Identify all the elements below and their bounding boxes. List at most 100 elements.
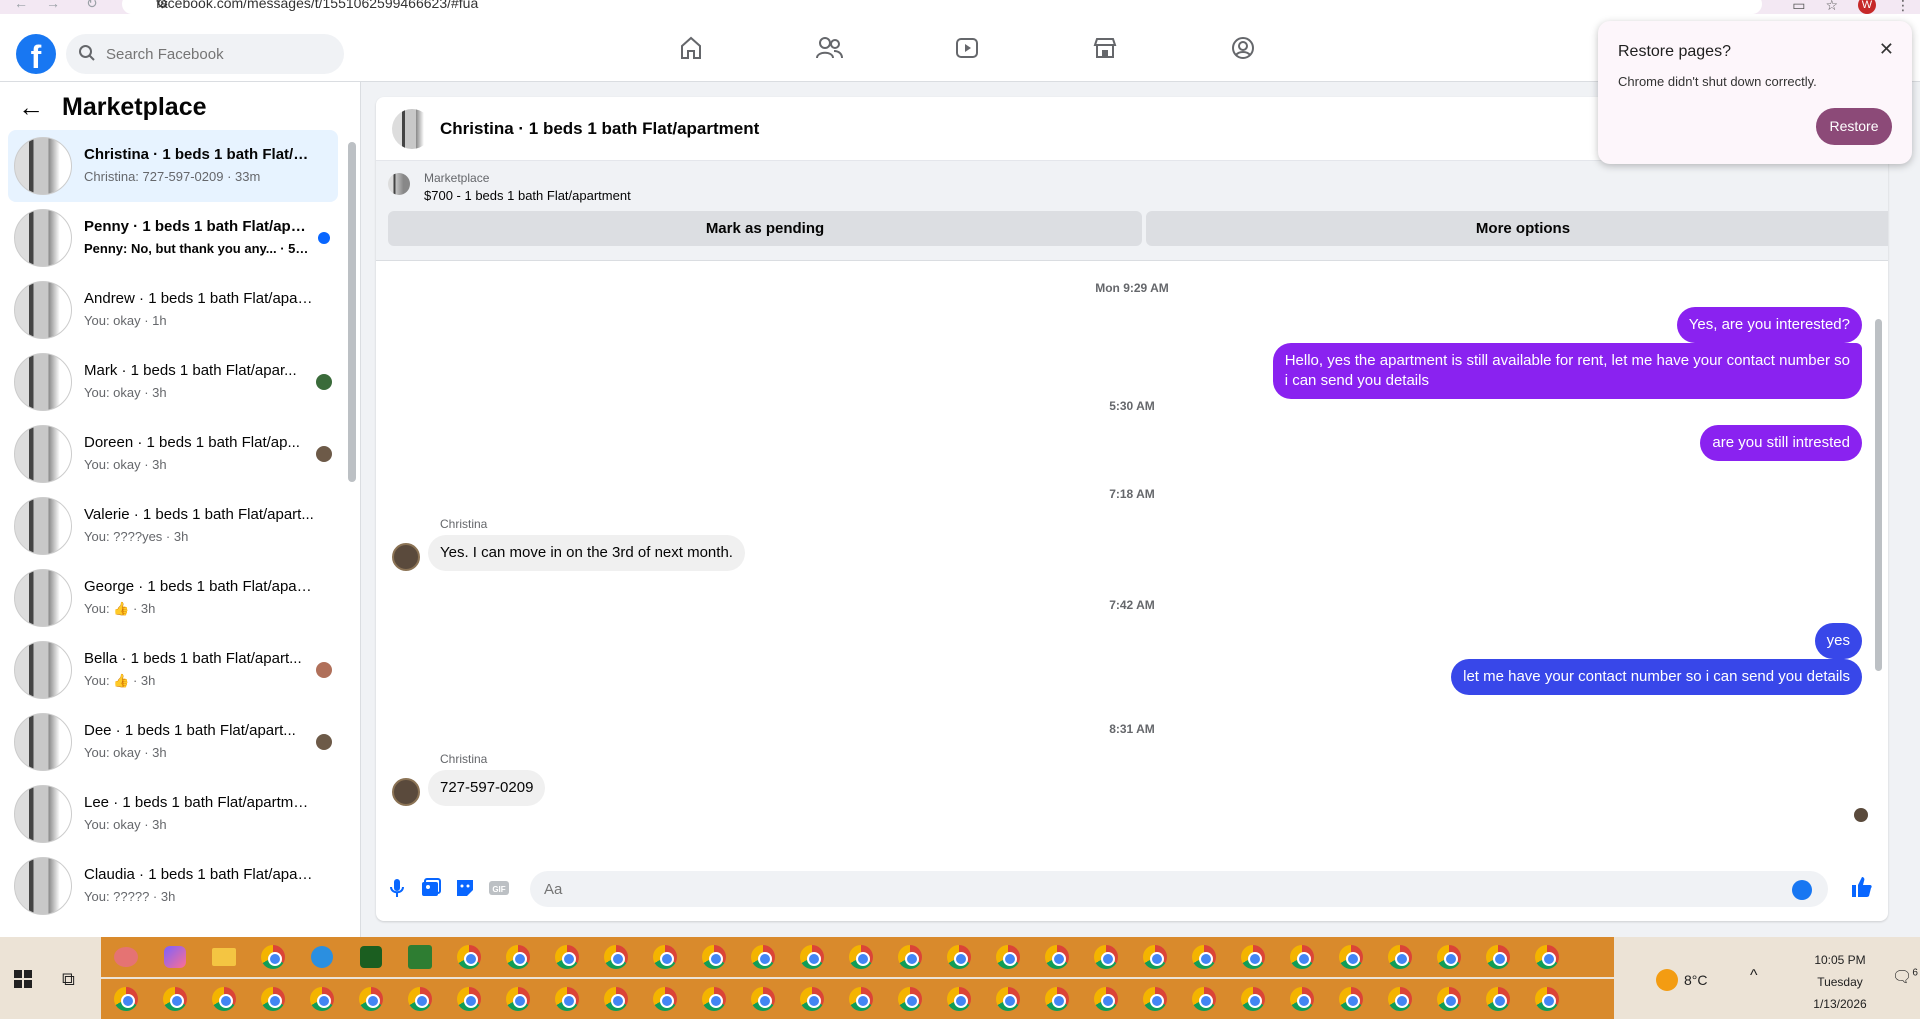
chrome-icon[interactable]	[787, 937, 836, 977]
chrome-icon[interactable]	[1032, 979, 1081, 1019]
notification-icon[interactable]: 🗨6	[1892, 967, 1918, 987]
chrome-icon[interactable]	[542, 979, 591, 1019]
chrome-icon[interactable]	[934, 937, 983, 977]
conversation-item[interactable]: Lee · 1 beds 1 bath Flat/apartment You: …	[8, 778, 338, 850]
chrome-icon[interactable]	[1522, 937, 1571, 977]
listing-title[interactable]: $700 - 1 beds 1 bath Flat/apartment	[424, 188, 631, 203]
chrome-icon[interactable]	[1081, 979, 1130, 1019]
listing-thumbnail[interactable]	[388, 173, 410, 195]
chrome-icon[interactable]	[1375, 979, 1424, 1019]
chrome-icon[interactable]	[1228, 937, 1277, 977]
chrome-icon[interactable]	[1326, 937, 1375, 977]
chrome-icon[interactable]	[738, 979, 787, 1019]
conversation-item[interactable]: Penny · 1 beds 1 bath Flat/apar... Penny…	[8, 202, 338, 274]
chrome-icon[interactable]	[836, 937, 885, 977]
incoming-message[interactable]: Yes. I can move in on the 3rd of next mo…	[428, 535, 745, 571]
chat-scrollbar[interactable]	[1875, 319, 1882, 671]
chrome-icon[interactable]	[934, 979, 983, 1019]
outgoing-message[interactable]: let me have your contact number so i can…	[1451, 659, 1862, 695]
chrome-icon[interactable]	[1326, 979, 1375, 1019]
search-box[interactable]	[66, 34, 344, 74]
chrome-icon[interactable]	[1032, 937, 1081, 977]
file-explorer-icon[interactable]	[199, 937, 248, 977]
forward-icon[interactable]: →	[46, 0, 60, 11]
message-field[interactable]	[530, 871, 1828, 907]
chrome-icon[interactable]	[983, 937, 1032, 977]
restore-button[interactable]: Restore	[1816, 108, 1892, 145]
back-icon[interactable]: ←	[14, 0, 28, 11]
mark-pending-button[interactable]: Mark as pending	[388, 211, 1142, 246]
like-thumb-icon[interactable]	[1850, 875, 1874, 899]
chrome-icon[interactable]	[689, 937, 738, 977]
chat-avatar[interactable]	[392, 109, 432, 149]
sender-avatar[interactable]	[392, 543, 420, 571]
paint-icon[interactable]	[101, 937, 150, 977]
gif-icon[interactable]: GIF	[488, 877, 510, 899]
conversation-item[interactable]: Dee · 1 beds 1 bath Flat/apart... You: o…	[8, 706, 338, 778]
app-icon[interactable]	[297, 937, 346, 977]
sticker-icon[interactable]	[454, 877, 476, 899]
chrome-icon[interactable]	[1473, 979, 1522, 1019]
bookmark-star-icon[interactable]: ☆	[1825, 0, 1838, 14]
chrome-icon[interactable]	[1277, 979, 1326, 1019]
chrome-icon[interactable]	[1375, 937, 1424, 977]
sidebar-scrollbar[interactable]	[348, 142, 356, 482]
chrome-icon[interactable]	[1277, 937, 1326, 977]
chrome-icon[interactable]	[346, 979, 395, 1019]
chrome-icon[interactable]	[640, 979, 689, 1019]
chrome-icon[interactable]	[1179, 937, 1228, 977]
conversation-item[interactable]: Andrew · 1 beds 1 bath Flat/apar... You:…	[8, 274, 338, 346]
search-input[interactable]	[98, 34, 334, 74]
microphone-icon[interactable]	[386, 877, 408, 899]
facebook-logo[interactable]: f	[16, 34, 56, 74]
nav-gaming[interactable]	[1174, 14, 1312, 82]
profile-avatar[interactable]: W	[1858, 0, 1876, 14]
chrome-icon[interactable]	[689, 979, 738, 1019]
chrome-icon[interactable]	[150, 979, 199, 1019]
weather-icon[interactable]	[1656, 969, 1678, 991]
weather-temp[interactable]: 8°C	[1684, 972, 1708, 988]
clock[interactable]: 10:05 PM Tuesday 1/13/2026	[1800, 949, 1880, 1015]
conversation-item[interactable]: George · 1 beds 1 bath Flat/apart... You…	[8, 562, 338, 634]
nav-friends[interactable]	[760, 14, 898, 82]
chrome-icon[interactable]	[640, 937, 689, 977]
chrome-icon[interactable]	[1473, 937, 1522, 977]
chrome-icon[interactable]	[787, 979, 836, 1019]
chrome-icon[interactable]	[1130, 937, 1179, 977]
chrome-icon[interactable]	[101, 979, 150, 1019]
app-icon[interactable]	[395, 937, 444, 977]
chrome-icon[interactable]	[836, 979, 885, 1019]
chrome-icon[interactable]	[885, 937, 934, 977]
nav-marketplace[interactable]	[1036, 14, 1174, 82]
menu-kebab-icon[interactable]: ⋮	[1896, 0, 1910, 14]
chrome-icon[interactable]	[1228, 979, 1277, 1019]
outgoing-message[interactable]: Hello, yes the apartment is still availa…	[1272, 343, 1862, 399]
chrome-icon[interactable]	[444, 937, 493, 977]
chrome-icon[interactable]	[1130, 979, 1179, 1019]
chrome-icon[interactable]	[493, 937, 542, 977]
chrome-icon[interactable]	[395, 979, 444, 1019]
sender-avatar[interactable]	[392, 778, 420, 806]
more-options-button[interactable]: More options	[1146, 211, 1888, 246]
chrome-icon[interactable]	[1179, 979, 1228, 1019]
nav-home[interactable]	[622, 14, 760, 82]
chrome-icon[interactable]	[248, 937, 297, 977]
conversation-item[interactable]: Mark · 1 beds 1 bath Flat/apar... You: o…	[8, 346, 338, 418]
chrome-icon[interactable]	[591, 979, 640, 1019]
chrome-icon[interactable]	[983, 979, 1032, 1019]
close-icon[interactable]: ✕	[1879, 39, 1894, 60]
incoming-message[interactable]: 727-597-0209	[428, 770, 546, 806]
windows-start-icon[interactable]	[14, 970, 32, 988]
photo-icon[interactable]	[420, 877, 442, 899]
chrome-icon[interactable]	[1424, 937, 1473, 977]
chrome-icon[interactable]	[444, 979, 493, 1019]
address-bar[interactable]: ⚙ facebook.com/messages/t/15510625994666…	[122, 0, 1762, 14]
task-view-icon[interactable]: ⧉	[62, 969, 75, 990]
chrome-icon[interactable]	[885, 979, 934, 1019]
back-arrow-icon[interactable]: ←	[18, 92, 44, 123]
chrome-icon[interactable]	[199, 979, 248, 1019]
outgoing-message[interactable]: are you still intrested	[1700, 425, 1862, 461]
conversation-item[interactable]: Doreen · 1 beds 1 bath Flat/ap... You: o…	[8, 418, 338, 490]
chrome-icon[interactable]	[1081, 937, 1130, 977]
chrome-icon[interactable]	[1522, 979, 1571, 1019]
